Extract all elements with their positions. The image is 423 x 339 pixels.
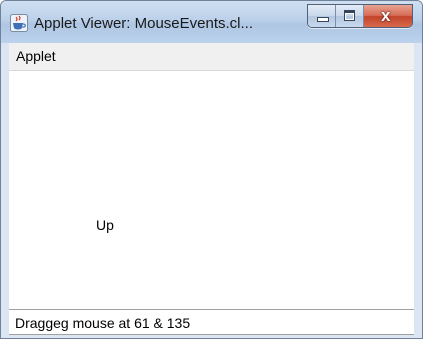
minimize-button[interactable] [308,5,336,27]
close-icon: x [381,6,391,25]
menu-applet[interactable]: Applet [16,48,56,64]
close-button[interactable]: x [364,5,412,27]
status-text: Draggeg mouse at 61 & 135 [15,315,191,331]
maximize-icon [344,10,355,21]
menu-bar: Applet [9,43,414,71]
java-cup-icon[interactable] [10,14,28,32]
applet-drawn-message: Up [96,217,114,233]
applet-canvas[interactable]: Up [9,71,414,309]
status-bar: Draggeg mouse at 61 & 135 [9,309,414,335]
applet-viewer-window: Applet Viewer: MouseEvents.cl... x Apple… [0,0,423,339]
maximize-button[interactable] [336,5,364,27]
title-bar[interactable]: Applet Viewer: MouseEvents.cl... x [1,1,422,43]
minimize-icon [317,17,329,22]
window-title: Applet Viewer: MouseEvents.cl... [34,15,253,32]
caption-buttons: x [307,4,413,28]
